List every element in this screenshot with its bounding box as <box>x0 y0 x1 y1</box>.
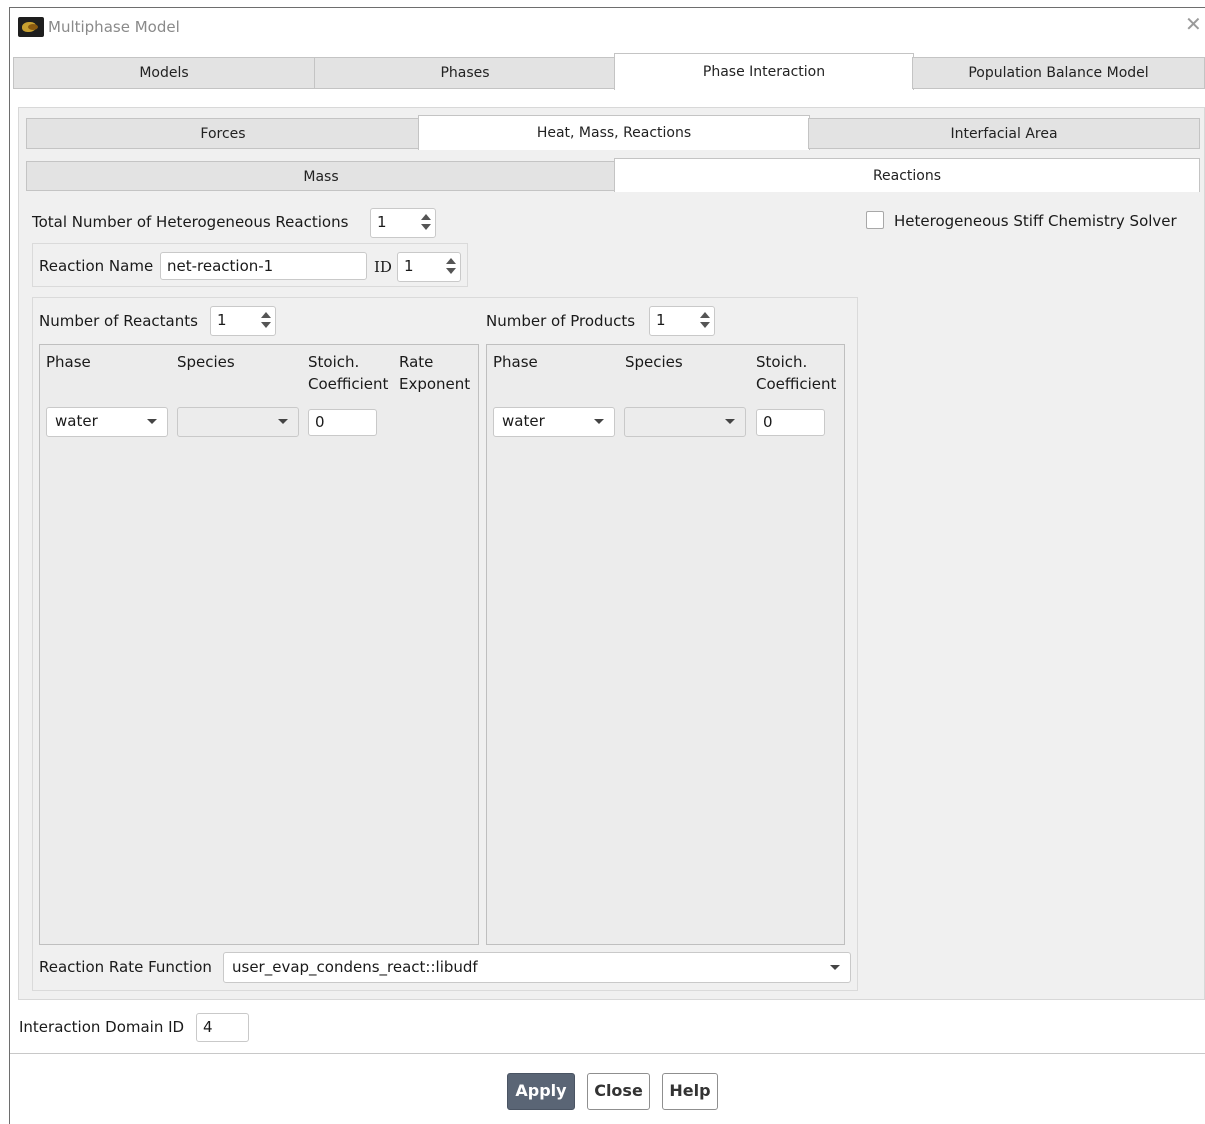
chevron-down-icon <box>147 419 157 424</box>
spinner-arrows-icon[interactable] <box>421 211 431 233</box>
reactant-stoich-input[interactable]: 0 <box>308 409 377 436</box>
reactant-species-dropdown[interactable] <box>177 407 299 437</box>
products-count-label: Number of Products <box>486 312 636 330</box>
tab-heat-mass-reactions[interactable]: Heat, Mass, Reactions <box>418 115 810 150</box>
products-header-stoich: Stoich. <box>756 353 808 371</box>
reactants-header-coefficient: Coefficient <box>308 375 389 393</box>
product-stoich-input[interactable]: 0 <box>756 409 825 436</box>
products-header-species: Species <box>625 353 683 371</box>
help-button[interactable]: Help <box>662 1073 718 1110</box>
product-species-dropdown[interactable] <box>624 407 746 437</box>
tab-phases[interactable]: Phases <box>314 57 616 89</box>
id-label: ID <box>374 258 392 276</box>
spinner-arrows-icon[interactable] <box>700 309 710 331</box>
window-title: Multiphase Model <box>48 18 180 36</box>
reactant-phase-dropdown[interactable]: water <box>46 407 168 437</box>
products-header-phase: Phase <box>493 353 538 371</box>
tab-mass[interactable]: Mass <box>26 161 616 191</box>
chevron-down-icon <box>830 965 840 970</box>
reactants-count-value: 1 <box>217 311 227 329</box>
reaction-id-value: 1 <box>404 257 414 275</box>
tab-population-balance-model[interactable]: Population Balance Model <box>912 57 1205 89</box>
products-count-spinner[interactable]: 1 <box>649 306 715 336</box>
spinner-arrows-icon[interactable] <box>261 309 271 331</box>
product-phase-value: water <box>502 412 545 430</box>
chevron-down-icon <box>278 419 288 424</box>
reactants-count-label: Number of Reactants <box>39 312 198 330</box>
products-count-value: 1 <box>656 311 666 329</box>
reaction-id-spinner[interactable]: 1 <box>397 252 461 282</box>
reaction-name-label: Reaction Name <box>39 257 154 275</box>
reactants-header-exponent: Exponent <box>399 375 471 393</box>
footer-divider <box>10 1053 1205 1054</box>
tab-reactions[interactable]: Reactions <box>614 158 1200 192</box>
chevron-down-icon <box>594 419 604 424</box>
close-button[interactable]: Close <box>587 1073 650 1110</box>
app-icon <box>18 17 44 37</box>
stiff-solver-checkbox[interactable] <box>866 211 884 229</box>
apply-button[interactable]: Apply <box>507 1073 575 1110</box>
rate-function-dropdown[interactable]: user_evap_condens_react::libudf <box>223 952 851 983</box>
rate-function-label: Reaction Rate Function <box>39 958 212 976</box>
products-header-coefficient: Coefficient <box>756 375 837 393</box>
reactants-count-spinner[interactable]: 1 <box>210 306 276 336</box>
tab-models[interactable]: Models <box>13 57 315 89</box>
total-reactions-spinner[interactable]: 1 <box>370 208 436 238</box>
reactants-header-rate: Rate <box>399 353 434 371</box>
stiff-solver-label: Heterogeneous Stiff Chemistry Solver <box>894 212 1177 230</box>
interaction-domain-label: Interaction Domain ID <box>19 1018 185 1036</box>
reactant-phase-value: water <box>55 412 98 430</box>
close-icon[interactable]: ✕ <box>1185 14 1202 34</box>
tab-forces[interactable]: Forces <box>26 118 420 149</box>
product-phase-dropdown[interactable]: water <box>493 407 615 437</box>
tab-phase-interaction[interactable]: Phase Interaction <box>614 53 914 90</box>
reactants-header-species: Species <box>177 353 235 371</box>
spinner-arrows-icon[interactable] <box>446 255 456 277</box>
tab-interfacial-area[interactable]: Interfacial Area <box>808 118 1200 149</box>
interaction-domain-field: 4 <box>196 1013 249 1042</box>
total-reactions-label: Total Number of Heterogeneous Reactions <box>32 213 349 231</box>
total-reactions-value: 1 <box>377 213 387 231</box>
reactants-header-phase: Phase <box>46 353 91 371</box>
rate-function-value: user_evap_condens_react::libudf <box>232 958 478 976</box>
reactants-header-stoich: Stoich. <box>308 353 360 371</box>
chevron-down-icon <box>725 419 735 424</box>
reaction-name-input[interactable]: net-reaction-1 <box>160 252 367 280</box>
